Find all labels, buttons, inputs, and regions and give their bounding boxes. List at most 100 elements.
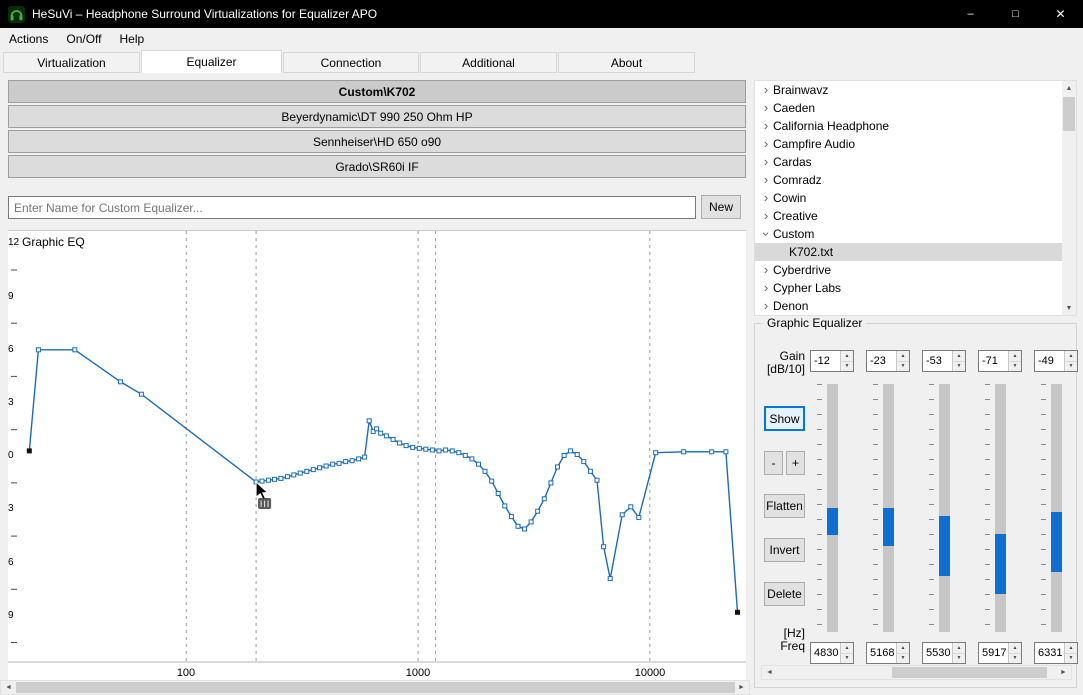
tab-connection[interactable]: Connection (283, 52, 419, 73)
spin-up-icon[interactable]: ▲ (1009, 643, 1021, 654)
spin-down-icon[interactable]: ▼ (841, 653, 853, 663)
spin-down-icon[interactable]: ▼ (1065, 361, 1077, 371)
tree-item-creative[interactable]: › Creative (755, 207, 1064, 225)
chevron-right-icon[interactable]: › (759, 191, 773, 205)
chevron-right-icon[interactable]: › (759, 173, 773, 187)
spin-up-icon[interactable]: ▲ (897, 351, 909, 362)
spin-down-icon[interactable]: ▼ (1009, 653, 1021, 663)
show-button[interactable]: Show (764, 406, 805, 431)
menu-help[interactable]: Help (111, 28, 154, 50)
gain-value-0[interactable]: -12 (811, 351, 840, 371)
tree-item-comradz[interactable]: › Comradz (755, 171, 1064, 189)
freq-spinner-0[interactable]: 4830 ▲ ▼ (810, 642, 854, 664)
freq-value-2[interactable]: 5530 (923, 643, 952, 663)
tree-item-k702-txt[interactable]: K702.txt (755, 243, 1064, 261)
chevron-right-icon[interactable]: › (759, 83, 773, 97)
tab-about[interactable]: About (558, 52, 695, 73)
scroll-right-icon[interactable]: ► (734, 681, 749, 694)
tree-item-campfire-audio[interactable]: › Campfire Audio (755, 135, 1064, 153)
maximize-button[interactable]: □ (993, 0, 1038, 28)
new-button[interactable]: New (701, 195, 741, 219)
eq-slider-0[interactable] (827, 384, 838, 632)
eq-slider-2[interactable] (939, 384, 950, 632)
freq-value-1[interactable]: 5168 (867, 643, 896, 663)
preset-row-grado-sr60i-if[interactable]: Grado\SR60i IF (8, 155, 746, 178)
delete-button[interactable]: Delete (764, 582, 805, 606)
eq-hscrollbar-thumb[interactable] (892, 667, 1047, 678)
spin-up-icon[interactable]: ▲ (953, 643, 965, 654)
spin-down-icon[interactable]: ▼ (841, 361, 853, 371)
scroll-down-icon[interactable]: ▼ (1062, 301, 1076, 315)
flatten-button[interactable]: Flatten (764, 494, 805, 518)
gain-value-3[interactable]: -71 (979, 351, 1008, 371)
chevron-right-icon[interactable]: › (759, 119, 773, 133)
tree-item-cypher-labs[interactable]: › Cypher Labs (755, 279, 1064, 297)
tree-item-cowin[interactable]: › Cowin (755, 189, 1064, 207)
tab-virtualization[interactable]: Virtualization (3, 52, 140, 73)
spin-up-icon[interactable]: ▲ (841, 351, 853, 362)
scroll-right-icon[interactable]: ► (1056, 666, 1071, 679)
gain-spinner-2[interactable]: -53 ▲ ▼ (922, 350, 966, 372)
eq-slider-thumb-3[interactable] (995, 534, 1006, 594)
spin-down-icon[interactable]: ▼ (953, 653, 965, 663)
eq-slider-thumb-1[interactable] (883, 508, 894, 546)
custom-eq-name-input[interactable] (8, 196, 696, 219)
spin-down-icon[interactable]: ▼ (897, 653, 909, 663)
preset-row-beyerdynamic-dt-990-250-ohm-hp[interactable]: Beyerdynamic\DT 990 250 Ohm HP (8, 105, 746, 128)
spin-down-icon[interactable]: ▼ (1065, 653, 1077, 663)
tree-item-cardas[interactable]: › Cardas (755, 153, 1064, 171)
gain-value-4[interactable]: -49 (1035, 351, 1064, 371)
tree-item-caeden[interactable]: › Caeden (755, 99, 1064, 117)
tab-equalizer[interactable]: Equalizer (141, 50, 282, 73)
decrease-button[interactable]: - (764, 451, 783, 475)
spin-up-icon[interactable]: ▲ (841, 643, 853, 654)
spin-down-icon[interactable]: ▼ (953, 361, 965, 371)
eq-slider-thumb-2[interactable] (939, 516, 950, 576)
chevron-down-icon[interactable]: › (759, 227, 774, 241)
gain-spinner-1[interactable]: -23 ▲ ▼ (866, 350, 910, 372)
spin-up-icon[interactable]: ▲ (1065, 351, 1077, 362)
gain-spinner-3[interactable]: -71 ▲ ▼ (978, 350, 1022, 372)
preset-row-sennheiser-hd-650-o90[interactable]: Sennheiser\HD 650 o90 (8, 130, 746, 153)
gain-value-2[interactable]: -53 (923, 351, 952, 371)
freq-value-3[interactable]: 5917 (979, 643, 1008, 663)
scroll-left-icon[interactable]: ◄ (1, 681, 16, 694)
chevron-right-icon[interactable]: › (759, 209, 773, 223)
tab-additional[interactable]: Additional (420, 52, 557, 73)
chevron-right-icon[interactable]: › (759, 299, 773, 313)
chevron-right-icon[interactable]: › (759, 281, 773, 295)
chevron-right-icon[interactable]: › (759, 101, 773, 115)
tree-item-brainwavz[interactable]: › Brainwavz (755, 81, 1064, 99)
chevron-right-icon[interactable]: › (759, 263, 773, 277)
menu-on-off[interactable]: On/Off (57, 28, 110, 50)
freq-value-0[interactable]: 4830 (811, 643, 840, 663)
chevron-right-icon[interactable]: › (759, 137, 773, 151)
eq-slider-thumb-0[interactable] (827, 508, 838, 535)
freq-value-4[interactable]: 6331 (1035, 643, 1064, 663)
increase-button[interactable]: + (786, 451, 805, 475)
eq-slider-4[interactable] (1051, 384, 1062, 632)
gain-spinner-4[interactable]: -49 ▲ ▼ (1034, 350, 1078, 372)
headphone-tree[interactable]: › Brainwavz › Caeden › California Headphone › C… (754, 80, 1077, 316)
spin-down-icon[interactable]: ▼ (897, 361, 909, 371)
freq-spinner-3[interactable]: 5917 ▲ ▼ (978, 642, 1022, 664)
freq-spinner-2[interactable]: 5530 ▲ ▼ (922, 642, 966, 664)
eq-slider-1[interactable] (883, 384, 894, 632)
eq-slider-3[interactable] (995, 384, 1006, 632)
gain-value-1[interactable]: -23 (867, 351, 896, 371)
tree-item-cyberdrive[interactable]: › Cyberdrive (755, 261, 1064, 279)
menu-actions[interactable]: Actions (0, 28, 57, 50)
eq-graph-area[interactable]: Graphic EQ 12 9 6 3 0 3 6 9 100 1000 10000 (8, 230, 746, 680)
spin-up-icon[interactable]: ▲ (897, 643, 909, 654)
scroll-up-icon[interactable]: ▲ (1062, 81, 1076, 95)
freq-spinner-1[interactable]: 5168 ▲ ▼ (866, 642, 910, 664)
tree-item-denon[interactable]: › Denon (755, 297, 1064, 315)
close-button[interactable]: ✕ (1038, 0, 1083, 28)
spin-up-icon[interactable]: ▲ (1065, 643, 1077, 654)
graph-hscrollbar-thumb[interactable] (16, 682, 735, 693)
eq-slider-thumb-4[interactable] (1051, 512, 1062, 572)
invert-button[interactable]: Invert (764, 538, 805, 562)
spin-up-icon[interactable]: ▲ (953, 351, 965, 362)
chevron-right-icon[interactable]: › (759, 155, 773, 169)
preset-row-custom-k702[interactable]: Custom\K702 (8, 80, 746, 103)
